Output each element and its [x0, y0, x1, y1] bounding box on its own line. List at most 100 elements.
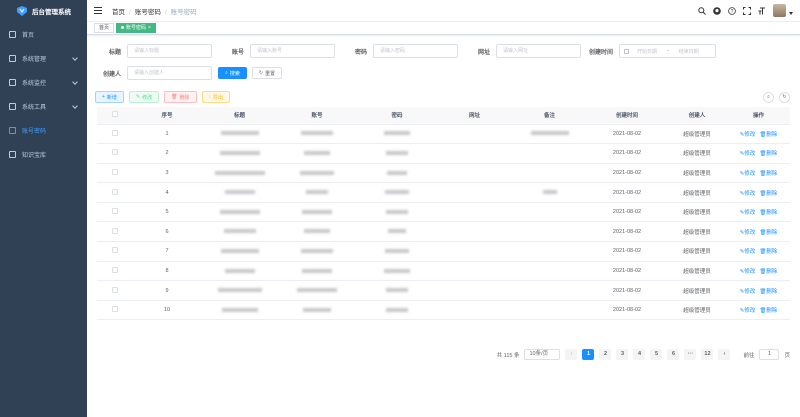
close-icon[interactable]: × — [148, 25, 151, 31]
page-button[interactable]: 5 — [650, 349, 663, 360]
password-input[interactable]: 请输入密码 — [373, 44, 458, 58]
created-time-cell: 2021-08-02 — [587, 202, 667, 223]
sidebar-item-0[interactable]: 首页 — [0, 22, 87, 46]
page-size-select[interactable]: 10条/页 — [524, 349, 561, 360]
tool-icon — [9, 102, 16, 110]
row-checkbox[interactable] — [97, 241, 132, 262]
url-cell — [437, 280, 512, 301]
font-size-icon[interactable] — [758, 7, 766, 15]
row-checkbox[interactable] — [97, 221, 132, 243]
sidebar-item-2[interactable]: 系统监控 — [0, 70, 87, 94]
sidebar-item-3[interactable]: 系统工具 — [0, 94, 87, 118]
row-checkbox[interactable] — [97, 163, 132, 184]
row-checkbox[interactable] — [97, 124, 132, 145]
edit-link-label: 修改 — [744, 151, 756, 158]
remark-cell — [512, 300, 587, 321]
table-row[interactable]: 2 2021-08-02 超级管理员 ✎修改 🗑删除 — [97, 143, 790, 164]
row-checkbox[interactable] — [97, 202, 132, 223]
delete-link[interactable]: 🗑删除 — [759, 191, 777, 197]
logo[interactable]: 后台管理系统 — [0, 0, 87, 22]
toggle-search-button[interactable]: ⌕ — [763, 91, 774, 103]
delete-link[interactable]: 🗑删除 — [759, 230, 777, 236]
more-pages-button[interactable]: ··· — [684, 349, 697, 360]
edit-link[interactable]: ✎修改 — [740, 151, 756, 157]
reset-button[interactable]: ↻ 重置 — [251, 67, 283, 79]
page-button[interactable]: 3 — [616, 349, 629, 360]
delete-link[interactable]: 🗑删除 — [759, 210, 777, 216]
question-icon[interactable]: ? — [728, 6, 736, 15]
account-input[interactable]: 请输入账号 — [250, 44, 335, 58]
breadcrumb-item[interactable]: 首页 — [112, 9, 125, 16]
select-all-checkbox[interactable] — [97, 107, 132, 125]
table-row[interactable]: 8 2021-08-02 超级管理员 ✎修改 🗑删除 — [97, 261, 790, 282]
search-button[interactable]: ⌕ 搜索 — [218, 67, 247, 79]
hamburger-icon[interactable] — [94, 7, 102, 14]
sidebar-item-1[interactable]: 系统管理 — [0, 46, 87, 70]
delete-link[interactable]: 🗑删除 — [759, 171, 777, 177]
refresh-button[interactable]: ↻ — [779, 91, 790, 103]
end-date-input[interactable]: 结束日期 — [679, 48, 699, 55]
search-icon[interactable] — [698, 6, 706, 15]
table-row[interactable]: 5 2021-08-02 超级管理员 ✎修改 🗑删除 — [97, 202, 790, 223]
tag-label: 账号密码 — [126, 25, 147, 31]
delete-button[interactable]: 🗑 删除 — [164, 91, 197, 103]
edit-link[interactable]: ✎修改 — [740, 249, 756, 255]
title-cell — [202, 202, 277, 223]
delete-link[interactable]: 🗑删除 — [759, 289, 777, 295]
table-row[interactable]: 6 2021-08-02 超级管理员 ✎修改 🗑删除 — [97, 221, 790, 243]
prev-page-button[interactable]: ‹ — [565, 349, 578, 360]
edit-link[interactable]: ✎修改 — [740, 289, 756, 295]
sidebar-item-5[interactable]: 知识宝库 — [0, 142, 87, 166]
table-row[interactable]: 3 2021-08-02 超级管理员 ✎修改 🗑删除 — [97, 163, 790, 184]
row-checkbox[interactable] — [97, 300, 132, 321]
row-checkbox[interactable] — [97, 143, 132, 164]
page-button[interactable]: 4 — [633, 349, 646, 360]
next-page-button[interactable]: › — [718, 349, 731, 360]
edit-link[interactable]: ✎修改 — [740, 132, 756, 138]
page-button[interactable]: 1 — [582, 349, 595, 360]
goto-page-input[interactable]: 1 — [759, 349, 780, 360]
edit-link[interactable]: ✎修改 — [740, 269, 756, 275]
table-row[interactable]: 10 2021-08-02 超级管理员 ✎修改 🗑删除 — [97, 300, 790, 321]
row-checkbox[interactable] — [97, 182, 132, 203]
password-cell — [357, 202, 437, 223]
caret-down-icon[interactable] — [789, 12, 793, 15]
delete-link[interactable]: 🗑删除 — [759, 269, 777, 275]
creator-input[interactable]: 请输入创建人 — [127, 66, 212, 80]
edit-link[interactable]: ✎修改 — [740, 191, 756, 197]
edit-link[interactable]: ✎修改 — [740, 171, 756, 177]
tag-home[interactable]: 首页 — [94, 23, 115, 33]
delete-link[interactable]: 🗑删除 — [759, 132, 777, 138]
start-date-input[interactable]: 开始日期 — [637, 48, 657, 55]
edit-link[interactable]: ✎修改 — [740, 308, 756, 314]
table-row[interactable]: 4 2021-08-02 超级管理员 ✎修改 🗑删除 — [97, 182, 790, 203]
delete-link[interactable]: 🗑删除 — [759, 151, 777, 157]
export-button[interactable]: ↓ 导出 — [201, 91, 231, 103]
delete-link[interactable]: 🗑删除 — [759, 308, 777, 314]
table-row[interactable]: 7 2021-08-02 超级管理员 ✎修改 🗑删除 — [97, 241, 790, 262]
add-button[interactable]: + 新增 — [95, 91, 124, 103]
url-input[interactable]: 请输入网址 — [496, 44, 581, 58]
avatar[interactable] — [773, 4, 786, 17]
row-checkbox[interactable] — [97, 280, 132, 301]
fullscreen-icon[interactable] — [743, 6, 751, 15]
date-range-picker[interactable]: 开始日期 - 结束日期 — [619, 44, 716, 58]
table-row[interactable]: 1 2021-08-02 超级管理员 ✎修改 🗑删除 — [97, 124, 790, 145]
page-button[interactable]: 12 — [701, 349, 714, 360]
edit-button[interactable]: ✎ 修改 — [128, 91, 160, 103]
row-checkbox[interactable] — [97, 261, 132, 282]
delete-link[interactable]: 🗑删除 — [759, 249, 777, 255]
tag-account-password[interactable]: 账号密码 × — [116, 23, 156, 33]
delete-link-label: 删除 — [766, 249, 778, 256]
url-cell — [437, 241, 512, 262]
edit-link[interactable]: ✎修改 — [740, 210, 756, 216]
edit-link[interactable]: ✎修改 — [740, 230, 756, 236]
page-button[interactable]: 6 — [667, 349, 680, 360]
table-row[interactable]: 9 2021-08-02 超级管理员 ✎修改 🗑删除 — [97, 280, 790, 301]
github-icon[interactable] — [713, 6, 721, 15]
title-input[interactable]: 请输入标题 — [127, 44, 212, 58]
sidebar-item-4[interactable]: 账号密码 — [0, 118, 87, 142]
page-button[interactable]: 2 — [599, 349, 612, 360]
breadcrumb-item[interactable]: 账号密码 — [135, 9, 161, 16]
creator-cell: 超级管理员 — [667, 182, 727, 203]
